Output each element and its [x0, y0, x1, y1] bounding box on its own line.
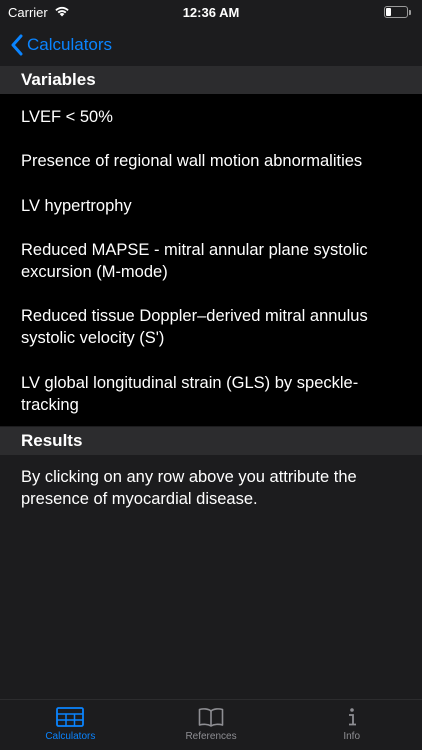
- variable-row-wall-motion[interactable]: Presence of regional wall motion abnorma…: [21, 150, 401, 172]
- tab-bar: Calculators References Info: [0, 699, 422, 750]
- variable-row-tissue-doppler[interactable]: Reduced tissue Doppler–derived mitral an…: [21, 305, 401, 349]
- section-title-variables: Variables: [21, 70, 96, 89]
- tab-info[interactable]: Info: [281, 700, 422, 750]
- info-icon: [348, 708, 356, 726]
- book-icon: [198, 708, 224, 727]
- tab-label-info: Info: [343, 731, 361, 742]
- section-title-results: Results: [21, 431, 83, 450]
- tab-label-calculators: Calculators: [45, 731, 96, 742]
- section-header-results: Results: [0, 427, 422, 455]
- back-label: Calculators: [27, 35, 113, 54]
- navigation-bar: Calculators: [0, 24, 422, 66]
- tab-calculators[interactable]: Calculators: [0, 700, 141, 750]
- table-icon: [56, 707, 85, 727]
- variable-row-lvef[interactable]: LVEF < 50%: [21, 106, 401, 128]
- variable-row-lv-hypertrophy[interactable]: LV hypertrophy: [21, 195, 401, 217]
- results-text: By clicking on any row above you attribu…: [21, 468, 357, 508]
- chevron-left-icon: [11, 34, 23, 56]
- status-bar: Carrier 12:36 AM: [0, 0, 422, 24]
- app-screen: Carrier 12:36 AM Calculators Variables L…: [0, 0, 422, 750]
- section-header-variables: Variables: [0, 66, 422, 94]
- carrier-label: Carrier: [8, 4, 48, 20]
- variables-list: LVEF < 50% Presence of regional wall mot…: [0, 94, 422, 426]
- back-button[interactable]: Calculators: [10, 34, 112, 56]
- variable-row-gls[interactable]: LV global longitudinal strain (GLS) by s…: [21, 372, 401, 416]
- battery-icon: [384, 6, 411, 18]
- tab-references[interactable]: References: [141, 700, 282, 750]
- variable-row-mapse[interactable]: Reduced MAPSE - mitral annular plane sys…: [21, 239, 401, 283]
- wifi-icon: [54, 5, 70, 20]
- tab-label-references: References: [185, 731, 237, 742]
